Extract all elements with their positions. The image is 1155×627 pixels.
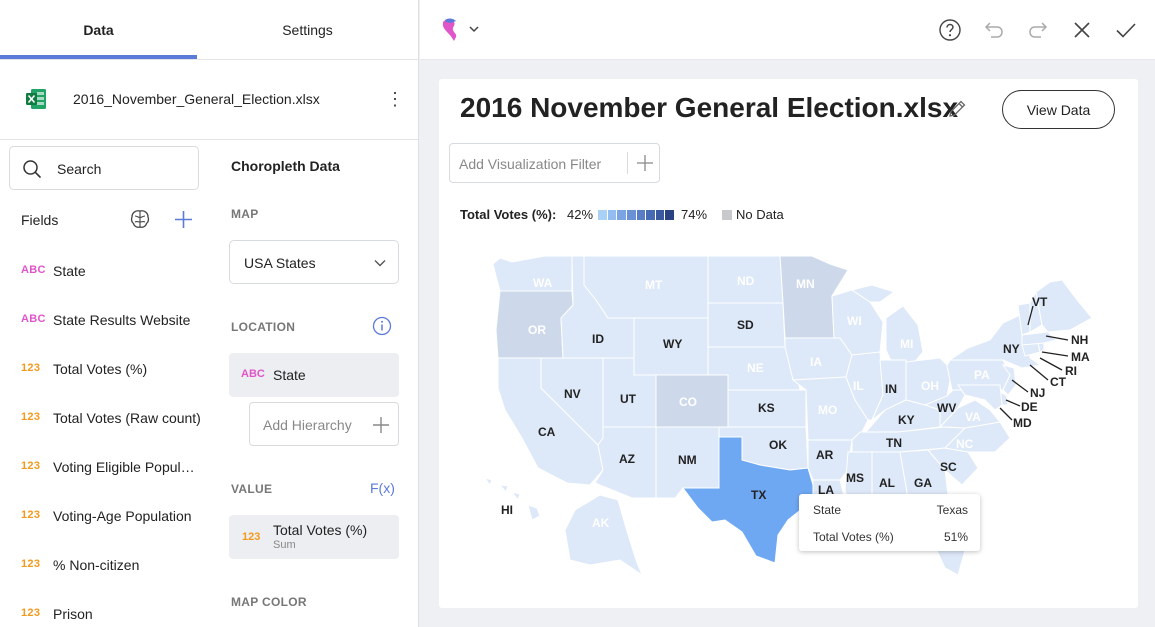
map-label-ga: GA	[914, 476, 932, 490]
map-label-ok: OK	[769, 438, 787, 452]
usa-choropleth-map: WA MT ND MN OR ID SD WI WY NE IA MI NV U…	[483, 255, 1093, 577]
map-label-mi: MI	[900, 337, 913, 351]
map-label-nj: NJ	[1030, 386, 1045, 400]
map-label-ia: IA	[810, 355, 822, 369]
map-label-de: DE	[1021, 400, 1038, 414]
map-label-ny: NY	[1003, 342, 1020, 356]
map-label-ak: AK	[592, 516, 610, 530]
map-label-ri: RI	[1065, 364, 1077, 378]
map-label-ar: AR	[816, 448, 834, 462]
map-label-nh: NH	[1071, 333, 1088, 347]
map-label-in: IN	[885, 382, 897, 396]
map-label-il: IL	[853, 379, 864, 393]
tooltip-key-state: State	[813, 503, 842, 517]
map-label-wy: WY	[663, 337, 682, 351]
map-label-nv: NV	[564, 387, 581, 401]
map-label-al: AL	[879, 476, 895, 490]
map-label-ca: CA	[538, 425, 556, 439]
state-ma[interactable]	[1021, 331, 1057, 346]
map-label-tx: TX	[751, 488, 766, 502]
tooltip-value-votes: 51%	[943, 530, 968, 544]
map-label-wv: WV	[937, 401, 956, 415]
map-tooltip: State Texas Total Votes (%) 51%	[799, 494, 980, 551]
map-label-md: MD	[1013, 416, 1032, 430]
map-label-hi: HI	[501, 503, 513, 517]
map-label-mo: MO	[818, 403, 837, 417]
map-label-ne: NE	[747, 361, 764, 375]
map-label-id: ID	[592, 332, 604, 346]
map-label-vt: VT	[1032, 295, 1048, 309]
map-label-mt: MT	[645, 278, 663, 292]
map-label-ut: UT	[620, 392, 637, 406]
state-ak[interactable]	[564, 494, 644, 577]
map-label-ma: MA	[1071, 350, 1090, 364]
map-label-wa: WA	[533, 276, 553, 290]
map-label-ct: CT	[1050, 375, 1067, 389]
map-label-ms: MS	[846, 471, 864, 485]
map-label-tn: TN	[886, 436, 902, 450]
tooltip-value-state: Texas	[936, 503, 968, 517]
map-label-ky: KY	[898, 413, 915, 427]
map-label-nc: NC	[956, 437, 974, 451]
map-label-co: CO	[679, 395, 697, 409]
map-label-mn: MN	[796, 277, 815, 291]
map-label-or: OR	[528, 323, 546, 337]
map-label-pa: PA	[974, 368, 990, 382]
map-label-wi: WI	[847, 314, 862, 328]
map-label-va: VA	[965, 410, 981, 424]
map-label-az: AZ	[619, 452, 635, 466]
map-label-nd: ND	[737, 274, 755, 288]
map-label-ks: KS	[758, 401, 775, 415]
map-label-sc: SC	[940, 460, 957, 474]
map-label-oh: OH	[921, 379, 939, 393]
map-label-sd: SD	[737, 318, 754, 332]
tooltip-key-votes: Total Votes (%)	[813, 530, 894, 544]
map-label-nm: NM	[678, 453, 697, 467]
